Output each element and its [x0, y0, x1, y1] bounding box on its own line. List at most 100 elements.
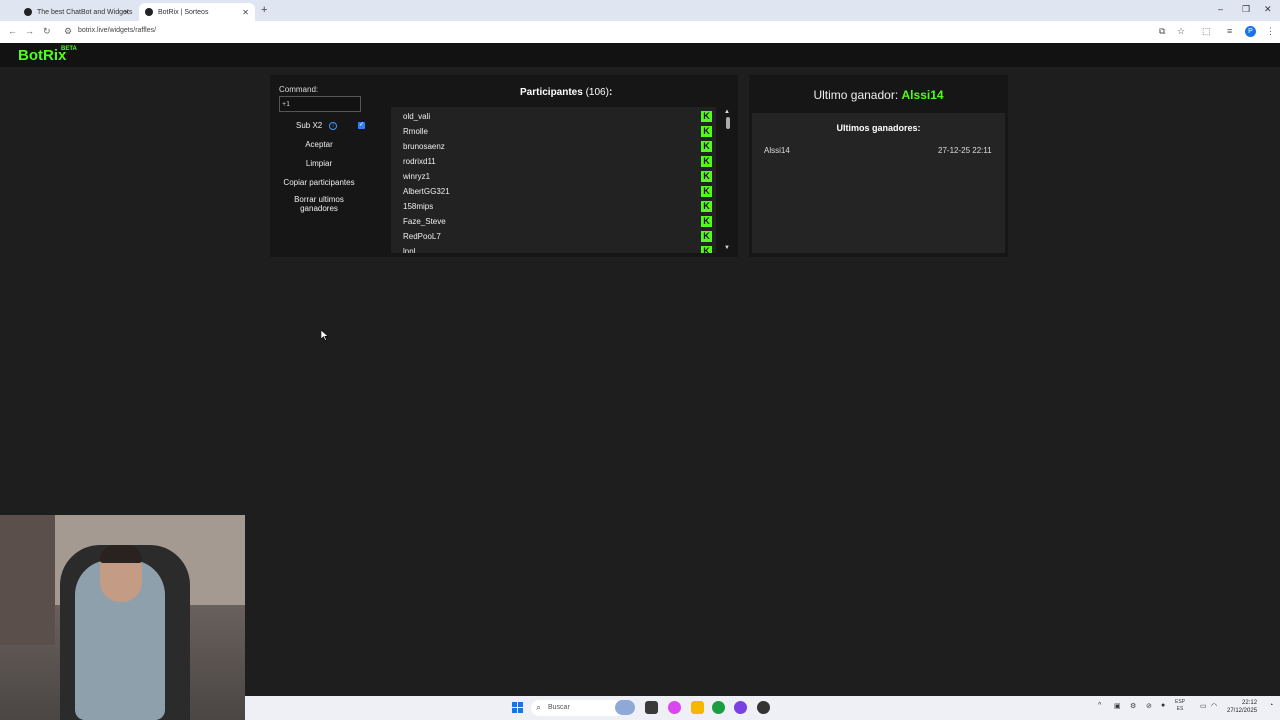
clock-time: 22:12 [1242, 700, 1258, 706]
reload-icon[interactable]: ↻ [43, 26, 51, 37]
beta-badge: BETA [61, 46, 77, 52]
info-icon[interactable]: i [329, 122, 337, 130]
list-item: old_vali K [403, 109, 713, 124]
extensions-icon[interactable]: ⬚ [1202, 26, 1211, 37]
participant-name: Rmolle [403, 127, 428, 136]
obs-icon[interactable] [757, 701, 770, 714]
list-item: lnnl K [403, 244, 713, 253]
bookmark-star-icon[interactable]: ☆ [1177, 26, 1185, 37]
kick-icon: K [701, 201, 712, 212]
tray-app-icon[interactable]: ⊘ [1146, 702, 1152, 710]
tab-chatbot[interactable]: The best ChatBot and Widgets ✕ [18, 3, 136, 21]
search-icon: ⌕ [536, 702, 542, 712]
site-header: BotRix BETA [0, 43, 1280, 67]
webcam-hair [100, 545, 142, 563]
close-window-button[interactable]: ✕ [1264, 4, 1272, 15]
windows-taskbar: ⌕ Buscar ^ ▣ ⚙ ⊘ ● ESP ES ▭ ◠ 22:12 27/1… [245, 696, 1280, 720]
participants-title: Participantes (106): [520, 87, 612, 98]
command-label: Command: [279, 85, 319, 94]
tab-title: The best ChatBot and Widgets [37, 8, 133, 16]
task-view-icon[interactable] [645, 701, 658, 714]
accept-button[interactable]: Aceptar [279, 140, 359, 149]
raffle-panel: Command: Sub X2 i ✓ Aceptar Limpiar Copi… [270, 75, 738, 257]
menu-icon[interactable]: ⋮ [1266, 26, 1275, 37]
kick-icon: K [701, 111, 712, 122]
winner-entry-date: 27-12-25 22:11 [938, 146, 992, 155]
participants-label: Participantes [520, 87, 583, 98]
last-winners-title: Ultimos ganadores: [836, 123, 921, 133]
microphone-icon[interactable]: ● [1161, 702, 1165, 709]
chrome-icon[interactable] [712, 701, 725, 714]
widget-icon[interactable] [615, 700, 635, 715]
kick-icon: K [701, 126, 712, 137]
delete-last-line-2: ganadores [300, 204, 338, 213]
language-code: ESP [1175, 699, 1186, 705]
list-item: RedPooL7 K [403, 229, 713, 244]
close-tab-icon[interactable]: ✕ [242, 8, 249, 17]
restore-button[interactable]: ❐ [1242, 4, 1250, 15]
file-explorer-icon[interactable] [691, 701, 704, 714]
wifi-icon[interactable]: ◠ [1211, 702, 1217, 710]
kick-icon: K [701, 141, 712, 152]
copilot-icon[interactable] [668, 701, 681, 714]
new-tab-button[interactable]: + [261, 4, 267, 16]
url-field[interactable]: botrix.live/widgets/raffles/ [78, 27, 156, 34]
list-item: Rmolle K [403, 124, 713, 139]
participant-name: AlbertGG321 [403, 187, 450, 196]
windows-start-icon[interactable] [512, 702, 524, 714]
tab-title: BotRix | Sorteos [158, 8, 209, 16]
kick-icon: K [701, 156, 712, 167]
forward-icon[interactable]: → [25, 26, 34, 36]
list-item: rodrixd11 K [403, 154, 713, 169]
copy-participants-button[interactable]: Copiar participantes [279, 178, 359, 187]
delete-last-line-1: Borrar ultimos [294, 195, 344, 204]
participant-name: rodrixd11 [403, 157, 436, 166]
search-placeholder: Buscar [548, 704, 570, 711]
taskbar-clock[interactable]: 22:12 27/12/2025 [1227, 699, 1257, 715]
address-bar: ← → ↻ ⚙ botrix.live/widgets/raffles/ ⧉ ☆… [0, 21, 1280, 44]
participant-name: old_vali [403, 112, 431, 121]
list-item: 158mips K [403, 199, 713, 214]
back-icon[interactable]: ← [8, 26, 17, 36]
winner-entry-name: Alssi14 [764, 146, 790, 155]
command-input[interactable] [279, 96, 361, 112]
kick-icon: K [701, 246, 712, 253]
media-icon[interactable]: ≡ [1227, 26, 1232, 36]
language-indicator[interactable]: ESP ES [1175, 699, 1185, 713]
translate-icon[interactable]: ⧉ [1159, 26, 1165, 37]
site-info-icon[interactable]: ⚙ [64, 26, 72, 37]
app-icon[interactable] [734, 701, 747, 714]
mouse-cursor-icon [321, 330, 329, 341]
close-tab-icon[interactable]: ✕ [123, 8, 130, 17]
kick-icon: K [701, 186, 712, 197]
tray-app-icon[interactable]: ▣ [1114, 702, 1121, 710]
sub-x2-checkbox[interactable]: ✓ [358, 122, 365, 129]
clear-button[interactable]: Limpiar [279, 159, 359, 168]
list-item: AlbertGG321 K [403, 184, 713, 199]
monitor-icon[interactable]: ▭ [1200, 702, 1207, 710]
delete-last-winners-button[interactable]: Borrar ultimos ganadores [279, 195, 359, 213]
notification-icon[interactable]: ◔ [1269, 702, 1273, 709]
profile-avatar[interactable]: P [1245, 26, 1256, 37]
browser-tab-bar: The best ChatBot and Widgets ✕ BotRix | … [0, 0, 1280, 21]
kick-icon: K [701, 216, 712, 227]
scroll-down-icon[interactable]: ▼ [724, 245, 730, 251]
winners-box: Ultimos ganadores: Alssi14 27-12-25 22:1… [752, 113, 1005, 253]
participants-list[interactable]: old_vali K Rmolle K brunosaenz K rodrixd11 K… [391, 107, 716, 253]
scrollbar-thumb[interactable] [726, 117, 730, 129]
taskbar-search[interactable]: ⌕ Buscar [531, 700, 625, 716]
last-winner-name: Alssi14 [901, 88, 944, 102]
clock-date: 27/12/2025 [1227, 708, 1258, 714]
tab-sorteos[interactable]: BotRix | Sorteos ✕ [139, 3, 255, 21]
sub-x2-label: Sub X2 [296, 121, 323, 130]
scroll-up-icon[interactable]: ▲ [724, 109, 730, 115]
favicon-icon [145, 8, 153, 16]
kick-icon: K [701, 231, 712, 242]
webcam-door [0, 515, 55, 645]
tray-settings-icon[interactable]: ⚙ [1130, 702, 1136, 710]
participant-name: brunosaenz [403, 142, 445, 151]
tray-chevron-icon[interactable]: ^ [1098, 702, 1101, 709]
participant-name: Faze_Steve [403, 217, 446, 226]
botrix-logo[interactable]: BotRix [18, 47, 66, 64]
minimize-button[interactable]: – [1218, 4, 1223, 14]
